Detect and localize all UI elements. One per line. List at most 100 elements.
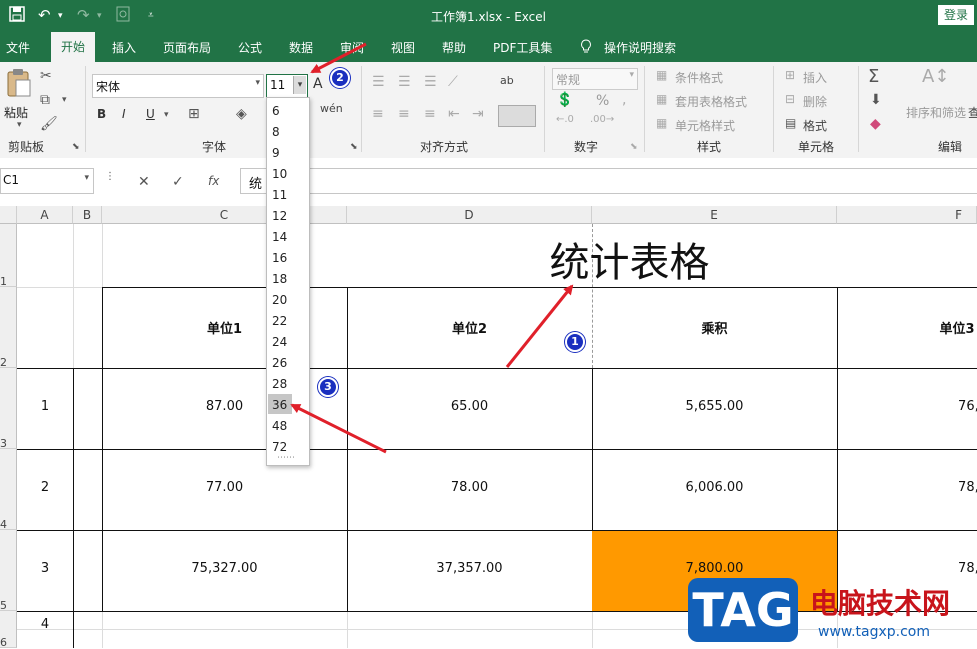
- fill-color-icon[interactable]: ◈: [236, 106, 247, 122]
- chevron-down-icon[interactable]: ▾: [629, 70, 634, 80]
- cell-styles-button[interactable]: 单元格样式: [675, 117, 735, 134]
- tab-help[interactable]: 帮助: [442, 39, 466, 56]
- column-header-c[interactable]: C: [102, 206, 347, 224]
- table-format-button[interactable]: 套用表格格式: [675, 93, 747, 110]
- data-cell[interactable]: 77.00: [102, 480, 347, 495]
- header-cell[interactable]: 乘积: [592, 318, 837, 337]
- column-header-f[interactable]: F: [837, 206, 977, 224]
- font-size-option[interactable]: 14: [272, 230, 287, 244]
- increase-decimal-icon[interactable]: ←.0: [556, 114, 574, 125]
- copy-icon[interactable]: ⧉: [40, 92, 50, 108]
- cancel-entry-button[interactable]: ✕: [138, 174, 150, 190]
- autosum-icon[interactable]: Σ: [868, 66, 879, 87]
- font-size-option[interactable]: 72: [272, 440, 287, 454]
- bold-button[interactable]: B: [97, 107, 106, 121]
- font-size-option[interactable]: 26: [272, 356, 287, 370]
- dialog-launcher-icon[interactable]: ⬊: [72, 142, 80, 152]
- sort-filter-button[interactable]: 排序和筛选: [906, 104, 966, 121]
- login-button[interactable]: 登录: [938, 5, 974, 25]
- font-size-dropdown-list[interactable]: 6 8 9 10 11 12 14 16 18 20 22 24 26 28 3…: [266, 97, 310, 466]
- delete-cells-button[interactable]: 删除: [803, 93, 827, 110]
- align-middle-icon[interactable]: ☰: [398, 74, 411, 90]
- data-cell[interactable]: 7,800.00: [592, 561, 837, 576]
- data-cell[interactable]: 76,877.0: [837, 399, 977, 414]
- font-size-option[interactable]: 9: [272, 146, 280, 160]
- insert-cells-button[interactable]: 插入: [803, 69, 827, 86]
- find-select-button[interactable]: 查: [968, 104, 977, 121]
- align-top-icon[interactable]: ☰: [372, 74, 385, 90]
- merge-center-button[interactable]: [498, 105, 536, 127]
- font-name-box[interactable]: 宋体 ▾: [92, 74, 264, 98]
- border-icon[interactable]: ⊞: [188, 106, 200, 122]
- formula-input[interactable]: 统: [240, 168, 977, 194]
- paste-button[interactable]: 粘贴: [4, 104, 28, 121]
- column-header-d[interactable]: D: [347, 206, 592, 224]
- italic-button[interactable]: I: [122, 107, 126, 121]
- data-cell[interactable]: 5,655.00: [592, 399, 837, 414]
- sort-filter-icon[interactable]: A↕: [922, 66, 949, 87]
- tab-file[interactable]: 文件: [6, 39, 30, 56]
- font-dialog-launcher-icon[interactable]: ⬊: [350, 142, 358, 152]
- font-size-option[interactable]: 20: [272, 293, 287, 307]
- phonetic-button[interactable]: wén: [320, 102, 343, 115]
- conditional-format-button[interactable]: 条件格式: [675, 69, 723, 86]
- paste-dropdown-icon[interactable]: ▾: [17, 120, 22, 130]
- font-size-option[interactable]: 16: [272, 251, 287, 265]
- decrease-decimal-icon[interactable]: .00→: [590, 114, 614, 125]
- format-cells-button[interactable]: 格式: [803, 117, 827, 134]
- font-size-option[interactable]: 6: [272, 104, 280, 118]
- data-cell[interactable]: 6,006.00: [592, 480, 837, 495]
- currency-icon[interactable]: 💲: [556, 92, 573, 108]
- tab-pdf-tools[interactable]: PDF工具集: [493, 39, 552, 56]
- grow-font-button[interactable]: A: [313, 76, 323, 92]
- orientation-icon[interactable]: ⟋: [448, 74, 458, 90]
- font-size-option[interactable]: 11: [272, 188, 287, 202]
- data-cell[interactable]: 78.00: [347, 480, 592, 495]
- number-format-box[interactable]: 常规 ▾: [552, 68, 638, 90]
- data-cell[interactable]: 37,357.00: [347, 561, 592, 576]
- name-box[interactable]: C1 ▾: [0, 168, 94, 194]
- font-size-option[interactable]: 18: [272, 272, 287, 286]
- font-size-option[interactable]: 24: [272, 335, 287, 349]
- wrap-text-button[interactable]: ab: [500, 74, 514, 87]
- tab-page-layout[interactable]: 页面布局: [163, 39, 211, 56]
- increase-indent-icon[interactable]: ⇥: [472, 106, 484, 122]
- tab-insert[interactable]: 插入: [112, 39, 136, 56]
- chevron-down-icon[interactable]: ▾: [255, 78, 260, 88]
- header-cell[interactable]: 单位1: [102, 318, 347, 337]
- confirm-entry-button[interactable]: ✓: [172, 174, 184, 190]
- column-header-a[interactable]: A: [17, 206, 73, 224]
- cut-icon[interactable]: ✂: [40, 68, 52, 84]
- data-cell[interactable]: 65.00: [347, 399, 592, 414]
- font-size-option-selected[interactable]: 36: [272, 398, 287, 412]
- data-cell[interactable]: 75,327.00: [102, 561, 347, 576]
- fill-icon[interactable]: ⬇: [870, 92, 882, 108]
- row-index-cell[interactable]: 4: [17, 617, 73, 632]
- font-size-option[interactable]: 28: [272, 377, 287, 391]
- font-size-option[interactable]: 48: [272, 419, 287, 433]
- number-dialog-launcher-icon[interactable]: ⬊: [630, 142, 638, 152]
- underline-dropdown-icon[interactable]: ▾: [164, 110, 169, 120]
- percent-button[interactable]: %: [596, 93, 609, 109]
- row-header-2[interactable]: 2: [0, 287, 17, 369]
- font-size-option[interactable]: 22: [272, 314, 287, 328]
- header-cell[interactable]: 单位2: [347, 318, 592, 337]
- decrease-indent-icon[interactable]: ⇤: [448, 106, 460, 122]
- row-header-5[interactable]: 5: [0, 530, 17, 612]
- copy-dropdown-icon[interactable]: ▾: [62, 95, 67, 105]
- row-header-6[interactable]: 6: [0, 611, 17, 649]
- font-size-option[interactable]: 8: [272, 125, 280, 139]
- tab-formulas[interactable]: 公式: [238, 39, 262, 56]
- data-cell[interactable]: 78,678.0: [837, 561, 977, 576]
- column-header-e[interactable]: E: [592, 206, 837, 224]
- font-size-dropdown-icon[interactable]: ▾: [293, 76, 306, 94]
- sheet-title[interactable]: 统计表格: [347, 230, 912, 288]
- row-index-cell[interactable]: 3: [17, 561, 73, 576]
- row-header-3[interactable]: 3: [0, 368, 17, 450]
- column-header-b[interactable]: B: [73, 206, 102, 224]
- data-cell[interactable]: 87.00: [102, 399, 347, 414]
- header-cell[interactable]: 单位3: [837, 318, 977, 337]
- align-left-icon[interactable]: ≡: [372, 106, 384, 122]
- insert-function-button[interactable]: fx: [208, 174, 219, 188]
- tab-view[interactable]: 视图: [391, 39, 415, 56]
